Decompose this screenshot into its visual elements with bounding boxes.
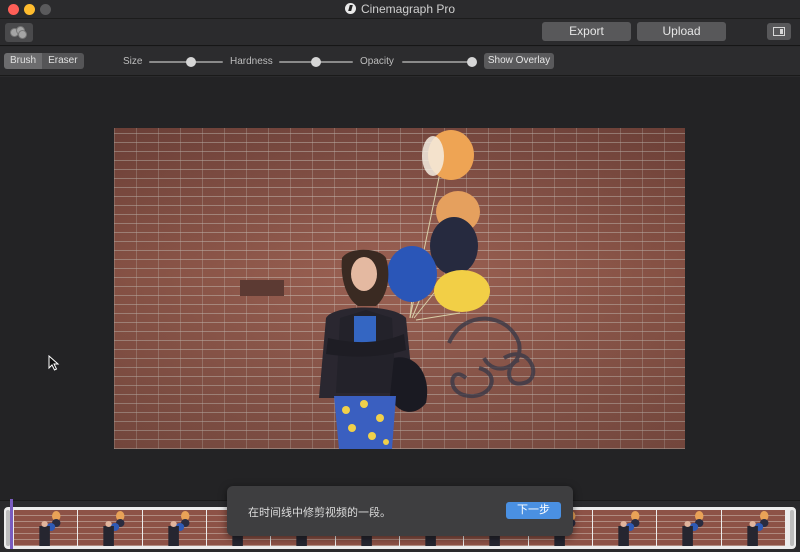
- app-icon: [344, 3, 356, 14]
- hardness-slider[interactable]: [279, 57, 353, 67]
- playhead[interactable]: [10, 499, 13, 549]
- video-preview[interactable]: [114, 128, 685, 449]
- timeline-frame-thumbnail: [142, 510, 206, 546]
- logo-circle-icon: [18, 30, 27, 39]
- timeline-frame-thumbnail: [592, 510, 657, 546]
- timeline-frame-thumbnail: [721, 510, 785, 546]
- opacity-slider-knob[interactable]: [467, 57, 477, 67]
- title-bar: Cinemagraph Pro: [0, 0, 800, 19]
- timeline-frame-thumbnail: [78, 510, 142, 546]
- size-slider[interactable]: [149, 57, 223, 67]
- mask-controls: Brush Eraser Size Hardness Opacity Show …: [0, 47, 800, 76]
- balloon-yellow: [434, 270, 490, 312]
- size-label: Size: [123, 56, 143, 67]
- show-overlay-button[interactable]: Show Overlay: [484, 53, 554, 69]
- export-button[interactable]: Export: [542, 22, 631, 41]
- mouse-cursor-icon: [48, 355, 60, 371]
- balloon-blue: [387, 246, 437, 302]
- tutorial-message: 在时间线中修剪视频的一段。: [248, 507, 391, 519]
- brush-tool-button[interactable]: Brush: [4, 53, 43, 69]
- wall-vent: [240, 280, 284, 296]
- preview-scene: [240, 130, 536, 449]
- tutorial-popover: 在时间线中修剪视频的一段。 下一步: [227, 486, 573, 536]
- balloon-white: [422, 136, 444, 176]
- toggle-sidebar-button[interactable]: [767, 23, 791, 40]
- trim-end-handle[interactable]: [790, 510, 794, 546]
- timeline-frame-thumbnail: [657, 510, 721, 546]
- opacity-label: Opacity: [360, 56, 394, 67]
- window-title-group: Cinemagraph Pro: [0, 2, 800, 16]
- opacity-slider[interactable]: [402, 57, 477, 67]
- eraser-tool-button[interactable]: Eraser: [42, 53, 84, 69]
- sidebar-icon: [773, 27, 785, 36]
- app-logo-button[interactable]: [5, 23, 33, 42]
- next-step-button[interactable]: 下一步: [506, 502, 561, 519]
- graffiti: [447, 316, 536, 399]
- window-title: Cinemagraph Pro: [360, 2, 456, 16]
- hardness-slider-knob[interactable]: [311, 57, 321, 67]
- toolbar: Export Upload: [0, 19, 800, 46]
- balloon-navy: [430, 217, 478, 275]
- size-slider-knob[interactable]: [186, 57, 197, 67]
- upload-button[interactable]: Upload: [637, 22, 726, 41]
- tool-segmented-control: Brush Eraser: [4, 53, 84, 69]
- timeline-frame-thumbnail: [14, 510, 78, 546]
- hardness-label: Hardness: [230, 56, 273, 67]
- editor-canvas[interactable]: [0, 77, 800, 500]
